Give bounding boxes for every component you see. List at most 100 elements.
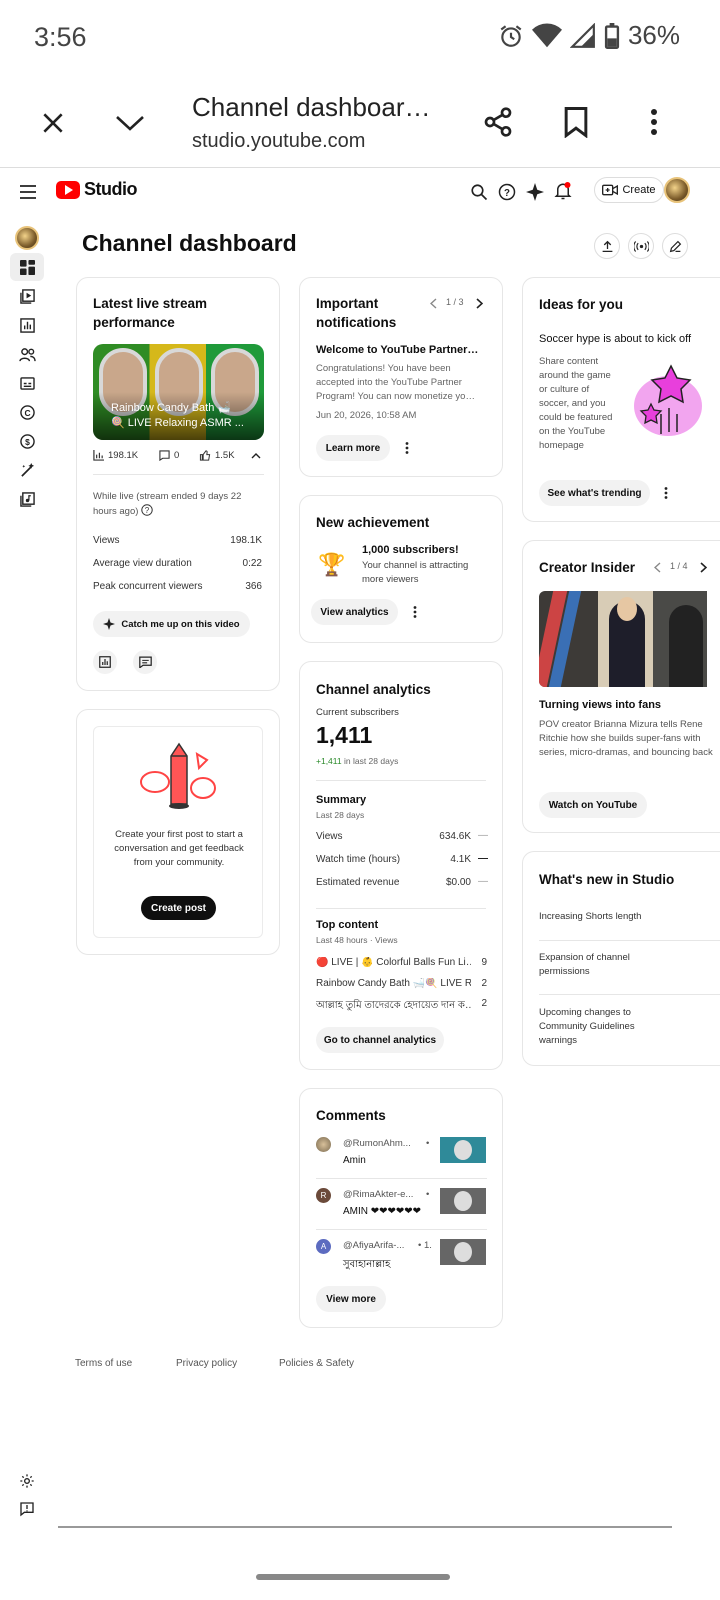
analytics-icon[interactable] <box>10 311 44 339</box>
notification-headline[interactable]: Welcome to YouTube Partner… <box>316 344 478 356</box>
learn-more-button[interactable]: Learn more <box>316 435 390 461</box>
collapse-chevron-icon[interactable] <box>249 450 263 462</box>
top-content-row[interactable]: আল্লাহ তুমি তাদেরকে হেদায়েত দান ক… 2 <box>316 998 487 1015</box>
achievement-headline: 1,000 subscribers! <box>362 544 459 556</box>
comment-author: @AfiyaArifa-... <box>343 1240 405 1251</box>
summary-row: Watch time (hours) 4.1K <box>316 854 471 865</box>
notifications-icon[interactable] <box>552 179 574 203</box>
more-vert-icon[interactable] <box>636 102 672 142</box>
whats-new-item[interactable]: Upcoming changes to Community Guidelines… <box>539 1006 649 1048</box>
customization-icon[interactable] <box>10 456 44 484</box>
copyright-icon[interactable]: C <box>10 398 44 426</box>
comments-icon[interactable] <box>133 650 157 674</box>
subtitles-icon[interactable] <box>10 369 44 397</box>
community-icon[interactable] <box>10 340 44 368</box>
account-avatar[interactable] <box>664 177 690 203</box>
go-to-analytics-button[interactable]: Go to channel analytics <box>316 1027 444 1053</box>
upload-icon[interactable] <box>594 233 620 259</box>
ideas-card: Ideas for you Soccer hype is about to ki… <box>522 277 720 522</box>
comment-video-thumbnail[interactable] <box>440 1239 486 1265</box>
chevron-left-icon[interactable] <box>426 296 440 310</box>
more-vert-icon[interactable] <box>408 602 422 622</box>
share-icon[interactable] <box>478 102 518 142</box>
trend-indicator: — <box>478 830 488 841</box>
comment-author: @RumonAhm... <box>343 1138 411 1149</box>
logo-text: Studio <box>84 179 138 199</box>
comment-video-thumbnail[interactable] <box>440 1137 486 1163</box>
battery-icon <box>604 22 620 49</box>
catch-up-button[interactable]: Catch me up on this video <box>93 611 250 637</box>
settings-icon[interactable] <box>16 1470 38 1492</box>
commenter-avatar: A <box>316 1239 331 1254</box>
ideas-title: Ideas for you <box>539 297 624 312</box>
notifications-title: Important notifications <box>316 296 397 330</box>
more-vert-icon[interactable] <box>659 483 673 503</box>
studio-logo[interactable]: Studio <box>56 179 138 200</box>
whats-new-item[interactable]: Expansion of channel permissions <box>539 951 649 979</box>
gesture-home-bar[interactable] <box>256 1574 450 1580</box>
live-row: Views 198.1K <box>93 535 262 546</box>
create-label: Create <box>622 184 656 196</box>
see-trending-button[interactable]: See what's trending <box>539 480 650 506</box>
creator-insider-card: Creator Insider 1 / 4 Turning views into… <box>522 540 720 833</box>
insider-video-thumbnail[interactable] <box>539 591 707 687</box>
commenter-avatar <box>316 1137 331 1152</box>
search-icon[interactable] <box>468 180 490 204</box>
chevron-left-icon[interactable] <box>651 560 663 574</box>
chevron-right-icon[interactable] <box>697 560 709 574</box>
create-button[interactable]: Create <box>594 177 664 203</box>
audio-library-icon[interactable] <box>10 485 44 513</box>
whats-new-item[interactable]: Increasing Shorts length <box>539 911 709 922</box>
insider-body: POV creator Brianna Mizura tells Rene Ri… <box>539 719 713 758</box>
summary-row: Views 634.6K <box>316 831 471 842</box>
sparkle-icon[interactable] <box>524 180 546 204</box>
browser-toolbar: Channel dashboar… studio.youtube.com <box>0 80 720 168</box>
analytics-icon[interactable] <box>93 650 117 674</box>
privacy-link[interactable]: Privacy policy <box>176 1358 237 1369</box>
comment-item[interactable]: A @AfiyaArifa-... • 1. সুবাহানাল্লাহ <box>316 1239 487 1279</box>
more-vert-icon[interactable] <box>400 438 414 458</box>
close-icon[interactable] <box>34 104 72 142</box>
content-icon[interactable] <box>10 282 44 310</box>
alarm-icon <box>500 24 522 47</box>
comment-item[interactable]: R @RimaAkter-e... • AMIN ❤❤❤❤❤❤ <box>316 1188 487 1228</box>
subscriber-change: +1,411 in last 28 days <box>316 756 399 766</box>
horizontal-scrollbar[interactable] <box>58 1526 672 1528</box>
policies-link[interactable]: Policies & Safety <box>279 1358 354 1369</box>
top-content-heading: Top content <box>316 919 379 931</box>
comments-title: Comments <box>316 1108 386 1123</box>
top-content-row[interactable]: 🔴 LIVE | 👶 Colorful Balls Fun Li… 9 <box>316 957 487 968</box>
earn-icon[interactable]: $ <box>10 427 44 455</box>
create-post-icon[interactable] <box>662 233 688 259</box>
comments-stat: 0 <box>159 450 179 461</box>
youtube-logo-icon <box>56 180 80 199</box>
comment-video-thumbnail[interactable] <box>440 1188 486 1214</box>
notification-body: Congratulations! You have been accepted … <box>316 363 475 402</box>
nav-channel-avatar[interactable] <box>10 224 44 252</box>
comment-text: সুবাহানাল্লাহ <box>343 1259 391 1270</box>
feedback-icon[interactable] <box>16 1498 38 1520</box>
tab-title: Channel dashboar… <box>192 92 431 122</box>
comment-icon <box>159 450 170 461</box>
create-post-button[interactable]: Create post <box>141 896 216 920</box>
whats-new-title: What's new in Studio <box>539 872 675 887</box>
chevron-right-icon[interactable] <box>472 296 486 310</box>
views-stat: 198.1K <box>93 450 138 461</box>
live-card-title: Latest live stream performance <box>93 296 208 330</box>
dashboard-icon[interactable] <box>10 253 44 281</box>
top-content-row[interactable]: Rainbow Candy Bath 🛁🍭 LIVE R… 2 <box>316 978 487 989</box>
ideas-headline: Soccer hype is about to kick off <box>539 333 692 345</box>
terms-link[interactable]: Terms of use <box>75 1358 132 1369</box>
view-analytics-button[interactable]: View analytics <box>311 599 398 625</box>
live-video-thumbnail[interactable]: Rainbow Candy Bath 🛁 🍭 LIVE Relaxing ASM… <box>93 344 264 440</box>
view-more-button[interactable]: View more <box>316 1286 386 1312</box>
comment-item[interactable]: @RumonAhm... • Amin <box>316 1137 487 1177</box>
chevron-down-icon[interactable] <box>110 104 150 142</box>
bookmark-icon[interactable] <box>556 102 596 142</box>
help-icon[interactable]: ? <box>496 180 518 204</box>
menu-icon[interactable] <box>16 180 40 204</box>
url-display[interactable]: studio.youtube.com <box>192 130 365 153</box>
watch-on-youtube-button[interactable]: Watch on YouTube <box>539 792 647 818</box>
help-outline-icon[interactable]: ? <box>141 504 153 516</box>
go-live-icon[interactable] <box>628 233 654 259</box>
